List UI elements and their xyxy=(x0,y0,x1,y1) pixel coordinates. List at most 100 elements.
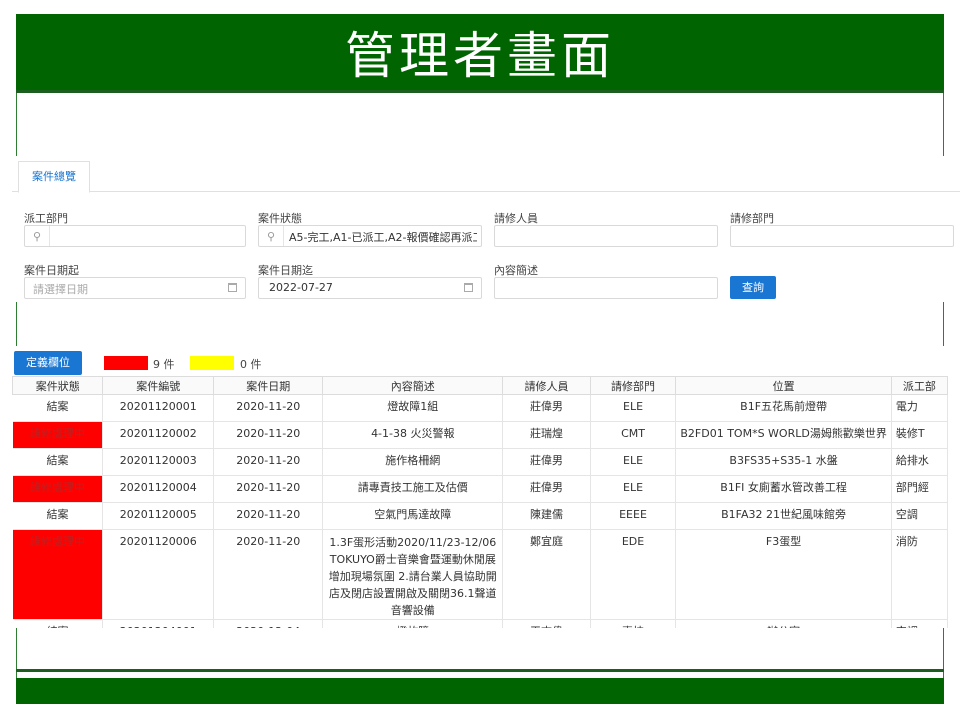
dispatch-dept-field[interactable]: ⚲ xyxy=(24,225,246,247)
calendar-icon xyxy=(228,283,237,292)
define-columns-button[interactable]: 定義欄位 xyxy=(14,351,82,375)
cell-date: 2020-11-20 xyxy=(213,394,324,422)
cell-dispatch: 電力 xyxy=(891,394,948,422)
column-header[interactable]: 請修人員 xyxy=(502,376,591,395)
content-label: 內容簡述 xyxy=(494,264,538,277)
cell-date: 2020-11-20 xyxy=(213,448,324,476)
cell-status: 結案 xyxy=(12,502,104,530)
cell-requester: 莊瑞煌 xyxy=(502,421,591,449)
cell-dept: EEEE xyxy=(590,502,677,530)
slide-footer xyxy=(16,678,944,704)
cell-requester: 陳建儒 xyxy=(502,502,591,530)
column-header[interactable]: 案件編號 xyxy=(102,376,215,395)
requester-label: 請修人員 xyxy=(494,212,538,225)
cell-id: 20201120006 xyxy=(102,529,215,620)
cell-dept: ELE xyxy=(590,394,677,422)
case-status-field[interactable]: ⚲ A5-完工,A1-已派工,A2-報價確認再派工 xyxy=(258,225,482,247)
cell-requester: 鄭宜庭 xyxy=(502,529,591,620)
cell-status: 結案 xyxy=(12,448,104,476)
cell-content: 1.3F蛋形活動2020/11/23-12/06 TOKUYO爵士音樂會暨運動休… xyxy=(322,529,504,620)
cell-dept: CMT xyxy=(590,421,677,449)
cell-id: 20201120001 xyxy=(102,394,215,422)
cell-requester: 莊偉男 xyxy=(502,448,591,476)
cell-location: B1F五花馬前燈帶 xyxy=(675,394,892,422)
cell-content: 燈故障1組 xyxy=(322,394,504,422)
tab-case-overview[interactable]: 案件總覽 xyxy=(18,161,90,193)
cell-dispatch: 空調 xyxy=(891,502,948,530)
legend-red-count: 9 件 xyxy=(153,358,175,371)
search-icon: ⚲ xyxy=(25,226,50,246)
cell-content: 燈故障 xyxy=(322,619,504,628)
legend-yellow-swatch xyxy=(190,356,234,370)
cell-content: 施作格柵網 xyxy=(322,448,504,476)
cell-requester: 莊偉男 xyxy=(502,475,591,503)
table-header-row: 案件狀態 案件編號 案件日期 內容簡述 請修人員 請修部門 位置 派工部 xyxy=(12,376,948,395)
table-row[interactable]: 維修處理中 20201120004 2020-11-20 請專責技工施工及估價 莊偉男 E… xyxy=(12,475,948,503)
table-row[interactable]: 維修處理中 20201120002 2020-11-20 4-1-38 火災警報 莊瑞煌… xyxy=(12,421,948,449)
dispatch-dept-label: 派工部門 xyxy=(24,212,68,225)
date-from-placeholder: 請選擇日期 xyxy=(33,283,88,296)
cell-location: B2FD01 TOM*S WORLD湯姆熊歡樂世界 xyxy=(675,421,892,449)
cell-status: 維修處理中 xyxy=(12,475,104,503)
legend-yellow-count: 0 件 xyxy=(240,358,262,371)
column-header[interactable]: 案件狀態 xyxy=(12,376,104,395)
cell-location: F3蛋型 xyxy=(675,529,892,620)
content-field[interactable] xyxy=(494,277,718,299)
cell-status: 結案 xyxy=(12,619,104,628)
cell-dept: ELE xyxy=(590,475,677,503)
cell-id: 20201120003 xyxy=(102,448,215,476)
date-to-value: 2022-07-27 xyxy=(269,281,333,294)
cell-dispatch: 裝修T xyxy=(891,421,948,449)
results-panel: 定義欄位 9 件 0 件 案件狀態 案件編號 案件日期 內容簡述 請修人員 請修… xyxy=(12,346,948,628)
search-icon: ⚲ xyxy=(259,226,284,246)
cell-date: 2020-11-20 xyxy=(213,421,324,449)
cell-dept: ELE xyxy=(590,448,677,476)
slide-header: 管理者畫面 xyxy=(16,14,944,90)
cell-dept: 專技 xyxy=(590,619,677,628)
tab-bar: 案件總覽 xyxy=(12,156,960,193)
cell-status: 維修處理中 xyxy=(12,421,104,449)
cell-status: 維修處理中 xyxy=(12,529,104,620)
cell-status: 結案 xyxy=(12,394,104,422)
cell-content: 請專責技工施工及估價 xyxy=(322,475,504,503)
cell-content: 空氣門馬達故障 xyxy=(322,502,504,530)
footer-divider xyxy=(16,669,944,672)
table-row[interactable]: 結案 20201120005 2020-11-20 空氣門馬達故障 陳建儒 EEEE B1F… xyxy=(12,502,948,530)
column-header[interactable]: 請修部門 xyxy=(589,376,677,395)
request-dept-field[interactable] xyxy=(730,225,954,247)
cell-id: 20201120002 xyxy=(102,421,215,449)
cell-date: 2020-11-20 xyxy=(213,502,324,530)
case-status-label: 案件狀態 xyxy=(258,212,302,225)
date-from-field[interactable]: 請選擇日期 xyxy=(24,277,246,299)
cell-requester: 王志偉 xyxy=(502,619,591,628)
cell-content: 4-1-38 火災警報 xyxy=(322,421,504,449)
cell-dispatch: 空調 xyxy=(891,619,948,628)
case-status-value: A5-完工,A1-已派工,A2-報價確認再派工 xyxy=(289,231,477,244)
query-button[interactable]: 查詢 xyxy=(730,276,776,299)
requester-field[interactable] xyxy=(494,225,718,247)
table-row[interactable]: 維修處理中 20201120006 2020-11-20 1.3F蛋形活動2020/1… xyxy=(12,529,948,620)
column-header[interactable]: 派工部 xyxy=(890,376,948,395)
cell-date: 2020-12-04 xyxy=(213,619,324,628)
date-to-label: 案件日期迄 xyxy=(258,264,313,277)
cell-location: 辦公室 xyxy=(675,619,892,628)
cell-date: 2020-11-20 xyxy=(213,529,324,620)
table-row[interactable]: 結案 20201120001 2020-11-20 燈故障1組 莊偉男 ELE B1F五花馬… xyxy=(12,394,948,422)
cell-id: 20201204001 xyxy=(102,619,215,628)
cell-id: 20201120005 xyxy=(102,502,215,530)
header-divider xyxy=(16,90,944,93)
request-dept-label: 請修部門 xyxy=(730,212,774,225)
table-row[interactable]: 結案202012040012020-12-04燈故障王志偉專技辦公室空調 xyxy=(12,619,948,628)
cell-date: 2020-11-20 xyxy=(213,475,324,503)
date-from-label: 案件日期起 xyxy=(24,264,79,277)
table-row[interactable]: 結案 20201120003 2020-11-20 施作格柵網 莊偉男 ELE B3FS35… xyxy=(12,448,948,476)
date-to-field[interactable]: 2022-07-27 xyxy=(258,277,482,299)
column-header[interactable]: 內容簡述 xyxy=(322,376,504,395)
cell-location: B1FA32 21世紀風味館旁 xyxy=(675,502,892,530)
column-header[interactable]: 案件日期 xyxy=(213,376,324,395)
slide-title: 管理者畫面 xyxy=(345,27,615,85)
search-panel: 案件總覽 派工部門 ⚲ 案件狀態 ⚲ A5-完工,A1-已派工,A2-報價確認再… xyxy=(12,156,960,302)
column-header[interactable]: 位置 xyxy=(675,376,892,395)
cell-dispatch: 消防 xyxy=(891,529,948,620)
cell-dispatch: 給排水 xyxy=(891,448,948,476)
